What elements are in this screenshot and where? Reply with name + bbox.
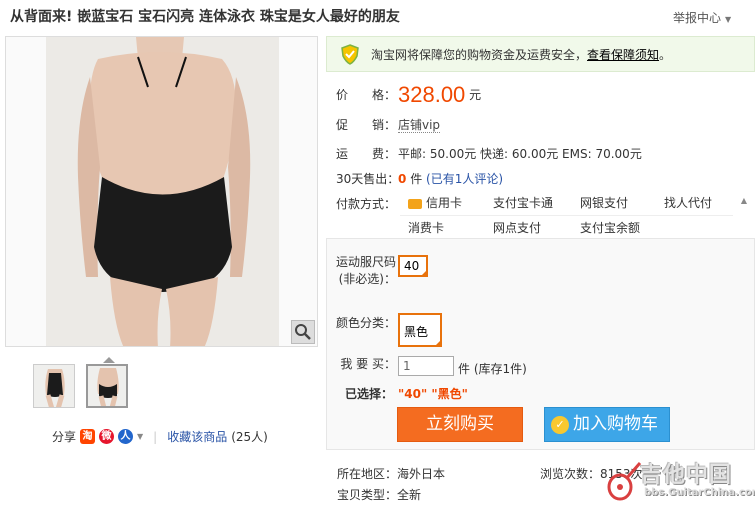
cart-icon: ✓	[551, 416, 569, 434]
weibo-icon[interactable]: 微	[99, 429, 115, 444]
guarantee-link[interactable]: 查看保障须知	[587, 46, 659, 63]
reviews-link[interactable]: (已有1人评论)	[426, 172, 503, 186]
selected-value: "40" "黑色"	[398, 387, 468, 401]
payment-method: 网银支付	[580, 196, 629, 210]
guarantee-text: 淘宝网将保障您的购物资金及运费安全，	[371, 47, 588, 62]
share-bar: 分享 淘 微 人 ▼ | 收藏该商品 (25人)	[52, 428, 268, 445]
size-label: 运动服尺码(非必选)：	[336, 255, 397, 286]
region-value: 海外日本	[397, 467, 446, 481]
thumbnail-front[interactable]	[33, 364, 75, 408]
watermark-url: bbs.GuitarChina.com	[644, 487, 755, 498]
quantity-label: 我 要 买：	[340, 357, 396, 371]
thumbnail-back[interactable]	[86, 364, 128, 408]
magnifier-icon	[295, 324, 311, 340]
size-option-40[interactable]: 40	[398, 255, 428, 277]
thumbnail-image	[88, 366, 126, 406]
color-label: 颜色分类：	[336, 316, 397, 330]
payment-method: 网点支付	[493, 221, 542, 235]
favorite-count: (25人)	[231, 430, 268, 444]
favorite-link[interactable]: 收藏该商品	[167, 428, 227, 445]
payment-method-label: 信用卡	[426, 196, 463, 210]
renren-icon[interactable]: 人	[118, 429, 134, 444]
promo-value[interactable]: 店铺vip	[398, 118, 441, 133]
sales-row: 30天售出：0 件 (已有1人评论)	[336, 170, 503, 187]
price-row: 价 格：328.00 元	[336, 82, 481, 108]
payment-method: 消费卡	[408, 221, 445, 235]
payment-method: 支付宝余额	[580, 221, 641, 235]
guarantee-end: 。	[659, 47, 672, 62]
main-product-image[interactable]	[5, 36, 318, 347]
stock-info: 件 (库存1件)	[458, 362, 527, 376]
site-watermark: 吉他中国 bbs.GuitarChina.com	[604, 457, 755, 507]
price-unit: 元	[469, 88, 482, 102]
item-type-label: 宝贝类型：	[337, 488, 398, 502]
price-label: 价 格：	[336, 88, 397, 102]
guarantee-banner: 淘宝网将保障您的购物资金及运费安全， 查看保障须知 。	[326, 36, 755, 72]
divider: |	[153, 429, 158, 444]
payment-method: 找人代付	[664, 196, 713, 210]
payment-method-credit-card: 信用卡	[408, 194, 462, 211]
zoom-button[interactable]	[291, 320, 315, 344]
add-to-cart-button[interactable]: ✓ 加入购物车	[544, 407, 670, 442]
watermark-text: 吉他中国	[640, 463, 733, 488]
taobao-icon[interactable]: 淘	[80, 429, 96, 444]
price-value: 328.00	[398, 82, 466, 107]
quantity-input[interactable]: 1	[398, 356, 454, 376]
selected-thumb-indicator	[103, 357, 115, 363]
color-option-black[interactable]: 黑色	[398, 313, 442, 347]
region-label: 所在地区：	[337, 467, 398, 481]
collapse-arrow-icon[interactable]: ▲	[738, 196, 750, 208]
report-center-link[interactable]: 举报中心 ▼	[673, 9, 731, 26]
selected-label: 已选择：	[345, 387, 394, 401]
item-type-value: 全新	[397, 488, 422, 502]
payment-method: 支付宝卡通	[493, 196, 554, 210]
sales-unit: 件	[410, 172, 423, 186]
payment-label: 付款方式：	[336, 197, 397, 211]
sales-label: 30天售出：	[336, 172, 400, 186]
promo-label: 促 销：	[336, 118, 397, 132]
chevron-down-icon[interactable]: ▼	[137, 432, 143, 441]
product-title: 从背面来! 嵌蓝宝石 宝石闪亮 连体泳衣 珠宝是女人最好的朋友	[10, 9, 400, 25]
divider	[400, 215, 733, 216]
product-photo	[6, 37, 317, 346]
share-label: 分享	[52, 430, 77, 444]
sales-count: 0	[398, 172, 407, 186]
report-label: 举报中心	[673, 11, 722, 25]
shipping-label: 运 费：	[336, 147, 397, 161]
credit-card-icon	[408, 198, 422, 209]
chevron-down-icon: ▼	[725, 15, 732, 24]
views-label: 浏览次数：	[540, 467, 601, 481]
shipping-row: 运 费： 平邮: 50.00元 快递: 60.00元 EMS: 70.00元	[336, 145, 642, 162]
shipping-value: 平邮: 50.00元 快递: 60.00元 EMS: 70.00元	[398, 147, 642, 161]
guitar-logo-icon	[607, 462, 642, 501]
buy-now-button[interactable]: 立刻购买	[397, 407, 523, 442]
promo-row: 促 销： 店铺vip	[336, 116, 441, 133]
thumbnail-image	[34, 365, 74, 407]
add-to-cart-label: 加入购物车	[573, 414, 658, 434]
shield-icon	[341, 44, 359, 65]
